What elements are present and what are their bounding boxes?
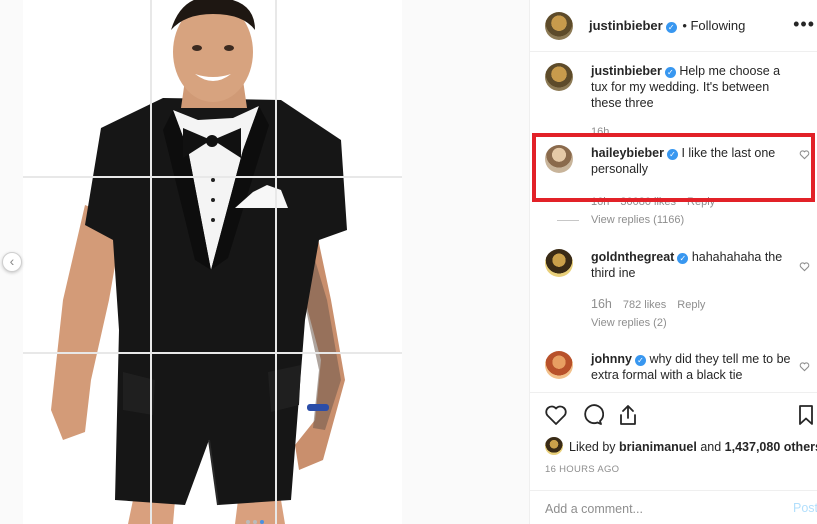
view-replies[interactable]: View replies (2) (591, 317, 667, 329)
carousel-dots (246, 513, 267, 524)
liked-by-suffix: and (700, 440, 722, 454)
post-media: ‹ (0, 0, 529, 524)
reply-link[interactable]: Reply (677, 299, 705, 311)
author-avatar[interactable] (545, 12, 573, 40)
liker-avatar[interactable] (545, 437, 563, 455)
post-header: justinbieber ✓ • Following ••• (530, 0, 817, 52)
carousel-dot (253, 520, 257, 524)
comment-meta: 16h 782 likes Reply (591, 297, 716, 311)
add-comment-input[interactable] (545, 500, 765, 518)
comment-username[interactable]: johnny (591, 352, 632, 366)
comment-likes[interactable]: 782 likes (623, 299, 666, 311)
author-line: justinbieber ✓ • Following (589, 18, 745, 33)
commenter-avatar[interactable] (545, 351, 573, 379)
comments-list: justinbieber ✓ Help me choose a tux for m… (530, 53, 817, 391)
share-icon[interactable] (616, 403, 640, 427)
comment-text: goldnthegreat ✓ hahahahaha the third ine (591, 249, 791, 281)
comment-text: justinbieber ✓ Help me choose a tux for m… (591, 63, 791, 111)
grid-line (23, 176, 402, 178)
tuxedo-romper-photo (51, 0, 347, 524)
author-username[interactable]: justinbieber (589, 18, 663, 33)
commenter-avatar[interactable] (545, 249, 573, 277)
highlight-annotation-box (532, 133, 815, 202)
view-replies[interactable]: View replies (1166) (557, 214, 684, 226)
comment-item: johnny ✓ why did they tell me to be extra… (545, 351, 810, 391)
view-replies-label[interactable]: View replies (2) (591, 317, 667, 329)
verified-icon: ✓ (664, 67, 676, 78)
likes-count[interactable]: 1,437,080 others (725, 440, 817, 454)
like-comment-heart-icon[interactable] (799, 361, 810, 372)
previous-slide-button[interactable]: ‹ (2, 252, 22, 272)
carousel-dot (246, 520, 250, 524)
verified-icon: ✓ (634, 355, 646, 366)
add-comment-bar: Post (530, 490, 817, 524)
post-timestamp[interactable]: 16 HOURS AGO (545, 464, 619, 475)
like-comment-heart-icon[interactable] (799, 261, 810, 272)
post-comment-button[interactable]: Post (793, 501, 817, 515)
post-photo[interactable] (23, 0, 402, 524)
save-bookmark-icon[interactable] (794, 403, 817, 427)
comment-time: 16h (591, 297, 612, 311)
verified-icon: ✓ (665, 22, 677, 33)
liked-by-user[interactable]: brianimanuel (619, 440, 697, 454)
post-side-panel: justinbieber ✓ • Following ••• justinbieb… (529, 0, 817, 524)
comment-bubble-icon[interactable] (580, 403, 604, 427)
follow-status[interactable]: • Following (682, 18, 745, 33)
caption-comment: justinbieber ✓ Help me choose a tux for m… (545, 63, 810, 139)
view-replies-label[interactable]: View replies (1166) (591, 214, 684, 226)
post-actions: Liked by brianimanuel and 1,437,080 othe… (530, 392, 817, 524)
verified-icon: ✓ (677, 253, 689, 264)
grid-line (23, 352, 402, 354)
likes-summary: Liked by brianimanuel and 1,437,080 othe… (545, 437, 817, 455)
carousel-dot-active (260, 520, 264, 524)
liked-by-prefix: Liked by (569, 440, 616, 454)
grid-line (150, 0, 152, 524)
reply-divider (557, 219, 579, 221)
comment-item: goldnthegreat ✓ hahahahaha the third ine … (545, 249, 810, 333)
like-heart-icon[interactable] (544, 403, 568, 427)
comment-username[interactable]: goldnthegreat (591, 250, 674, 264)
commenter-avatar[interactable] (545, 63, 573, 91)
comment-text: johnny ✓ why did they tell me to be extra… (591, 351, 791, 383)
grid-line (275, 0, 277, 524)
more-options-icon[interactable]: ••• (793, 15, 815, 33)
comment-username[interactable]: justinbieber (591, 64, 662, 78)
